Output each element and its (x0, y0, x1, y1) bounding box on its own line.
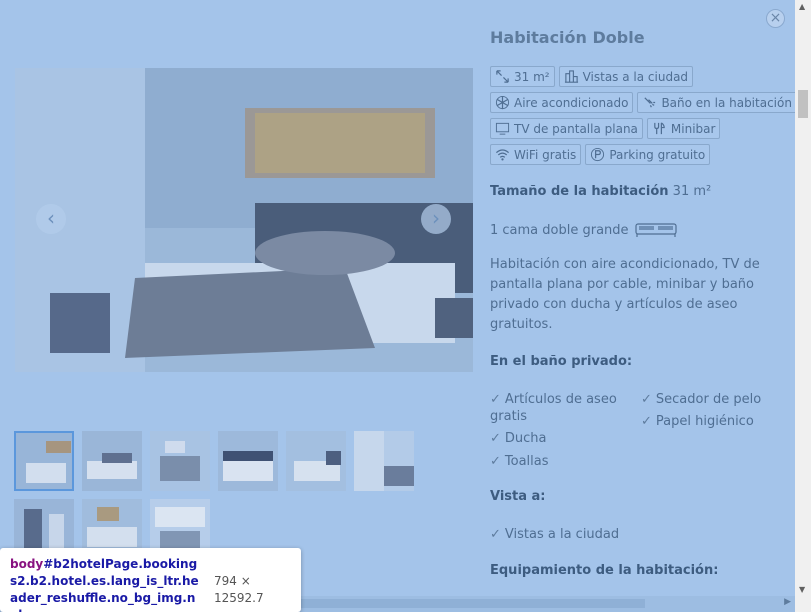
thumbnail-image (150, 431, 210, 491)
snowflake-icon (495, 95, 510, 110)
facility-label: Vistas a la ciudad (582, 69, 689, 84)
room-size: Tamaño de la habitación 31 m² (490, 184, 711, 199)
facility-label: Minibar (670, 121, 716, 136)
facility-city-view: Vistas a la ciudad (558, 66, 694, 87)
selector-tag: body (10, 557, 44, 571)
vertical-scrollbar[interactable]: ▲ ▼ (795, 0, 811, 612)
facility-row: Aire acondicionado Baño en la habitación (490, 92, 795, 113)
close-button[interactable]: × (766, 9, 785, 28)
tooltip-selector: body#b2hotelPage.bookings2.b2.hotel.es.l… (10, 556, 200, 612)
facility-label: TV de pantalla plana (514, 121, 638, 136)
check-icon: ✓ (641, 392, 652, 407)
wifi-icon (496, 149, 509, 161)
thumbnail-image (286, 431, 346, 491)
bathroom-item: ✓ Secador de pelo (641, 391, 761, 408)
room-description: Habitación con aire acondicionado, TV de… (490, 257, 760, 332)
city-icon (564, 70, 578, 83)
bathroom-item-label: Toallas (504, 454, 549, 469)
check-icon: ✓ (490, 527, 501, 542)
double-bed-icon (634, 223, 677, 237)
bathroom-item-label: Ducha (504, 431, 547, 446)
view-heading: Vista a: (490, 489, 546, 504)
room-size-value: 31 m² (672, 184, 712, 199)
check-icon: ✓ (490, 454, 501, 469)
tv-icon (495, 122, 510, 135)
tooltip-dimensions: 794 × 12592.7 (214, 574, 264, 605)
facility-private-bathroom: Baño en la habitación (637, 92, 795, 113)
room-size-label: Tamaño de la habitación (490, 184, 669, 199)
facilities-list: 31 m² Vistas a la ciudad Aire acondicion… (490, 66, 795, 170)
bed-text: 1 cama doble grande (490, 222, 629, 238)
check-icon: ✓ (490, 392, 501, 407)
thumbnail-image (218, 431, 278, 491)
check-icon: ✓ (490, 431, 501, 446)
bed-info: 1 cama doble grande (490, 222, 677, 238)
previous-photo-button[interactable]: ‹ (36, 204, 66, 234)
thumbnail-image (354, 431, 414, 491)
thumbnail[interactable] (82, 431, 142, 491)
room-photo-illustration (15, 68, 473, 372)
facility-row: WiFi gratis Parking gratuito (490, 144, 780, 165)
facility-label: WiFi gratis (514, 147, 577, 162)
view-item: ✓ Vistas a la ciudad (490, 526, 619, 543)
room-title: Habitación Doble (490, 28, 645, 47)
facility-room-size: 31 m² (490, 66, 555, 87)
bathroom-item-label: Secador de pelo (655, 392, 762, 407)
facility-row: TV de pantalla plana Minibar (490, 118, 780, 139)
facility-label: Parking gratuito (609, 147, 706, 162)
equipment-heading: Equipamiento de la habitación: (490, 563, 719, 578)
facility-label: 31 m² (514, 69, 550, 84)
facility-label: Aire acondicionado (514, 95, 629, 110)
facility-minibar: Minibar (646, 118, 721, 139)
size-icon (496, 70, 509, 83)
thumbnail-image (16, 433, 72, 489)
scroll-up-arrow[interactable]: ▲ (799, 2, 805, 11)
thumbnail[interactable] (286, 431, 346, 491)
bathroom-heading: En el baño privado: (490, 354, 633, 369)
bathroom-item-label: Papel higiénico (655, 414, 754, 429)
thumbnail[interactable] (218, 431, 278, 491)
bathroom-item-label: Artículos de aseo gratis (490, 392, 617, 424)
minibar-icon (654, 122, 665, 135)
facility-air-conditioning: Aire acondicionado (490, 92, 634, 113)
facility-wifi: WiFi gratis (490, 144, 582, 165)
scroll-right-arrow[interactable]: ▶ (784, 597, 791, 607)
check-icon: ✓ (641, 414, 652, 429)
facility-parking: Parking gratuito (585, 144, 711, 165)
room-detail-modal: × ‹ › Habitación Doble 31 m² Vistas a la… (0, 0, 795, 612)
facility-row: 31 m² Vistas a la ciudad (490, 66, 780, 87)
horizontal-scroll-thumb[interactable] (300, 599, 645, 608)
scroll-down-arrow[interactable]: ▼ (799, 585, 805, 594)
facility-label: Baño en la habitación (661, 95, 792, 110)
main-room-photo: ‹ › (15, 68, 473, 372)
thumbnail[interactable] (354, 431, 414, 491)
thumbnail[interactable] (150, 431, 210, 491)
thumbnail[interactable] (14, 431, 74, 491)
next-photo-button[interactable]: › (421, 204, 451, 234)
devtools-element-tooltip: body#b2hotelPage.bookings2.b2.hotel.es.l… (0, 548, 301, 612)
bathroom-item: ✓ Papel higiénico (641, 413, 754, 430)
view-item-label: Vistas a la ciudad (504, 527, 620, 542)
bathroom-item: ✓ Toallas (490, 453, 549, 470)
facility-flat-tv: TV de pantalla plana (490, 118, 643, 139)
thumbnail-image (82, 431, 142, 491)
vertical-scroll-thumb[interactable] (798, 90, 808, 118)
bathroom-item: ✓ Ducha (490, 430, 547, 447)
bathroom-item: ✓ Artículos de aseo gratis (490, 391, 630, 425)
parking-icon (591, 147, 605, 162)
shower-icon (644, 97, 656, 108)
